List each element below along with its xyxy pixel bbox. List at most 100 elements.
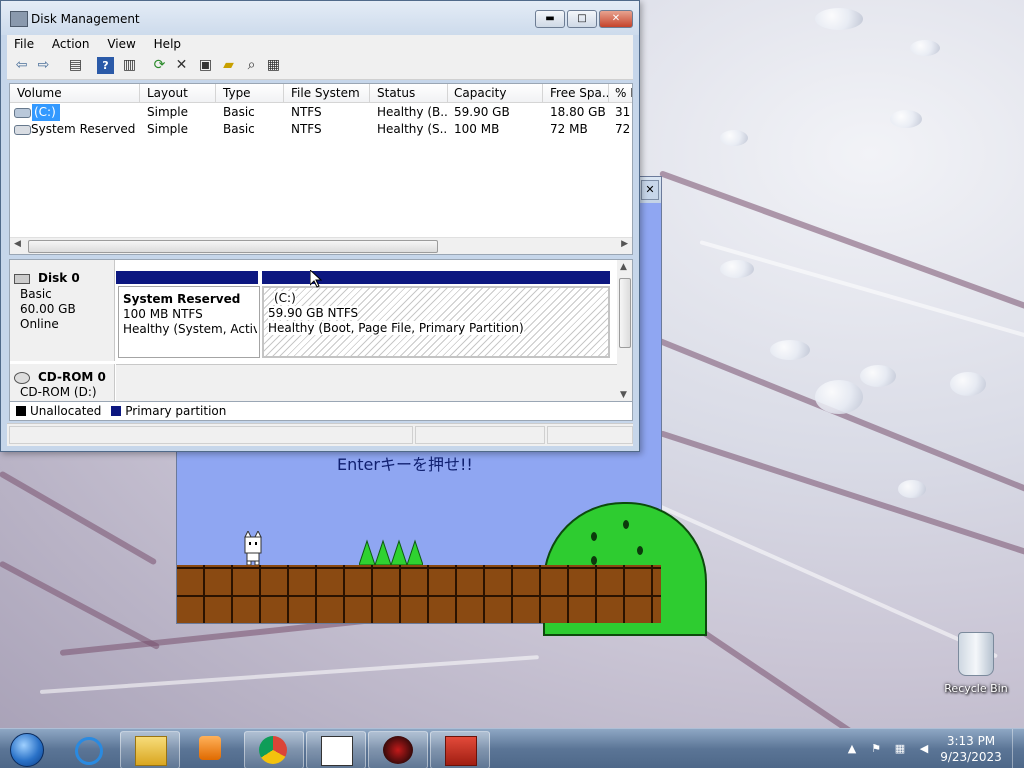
cd-rom-icon	[14, 372, 30, 384]
partition-status: Healthy (Boot, Page File, Primary Partit…	[268, 321, 524, 335]
windows-explorer-icon	[135, 736, 167, 766]
scrollbar-thumb[interactable]	[619, 278, 631, 348]
cdrom-empty-area	[116, 364, 617, 403]
cdrom-drive: CD-ROM (D:)	[20, 385, 97, 399]
status-pane	[9, 426, 413, 444]
capacity-cell: 100 MB	[454, 122, 500, 136]
show-hide-action-pane-icon[interactable]: ▥	[121, 57, 138, 74]
menu-help[interactable]: Help	[147, 35, 188, 53]
forward-arrow-icon[interactable]: ⇨	[35, 57, 52, 74]
delete-icon[interactable]: ✕	[173, 57, 190, 74]
taskbar: ▲ ⚑ ▦ ◀ 3:13 PM 9/23/2023	[0, 728, 1024, 768]
start-button[interactable]	[6, 731, 46, 767]
search-icon[interactable]: ⌕	[243, 57, 260, 74]
disk-name: Disk 0	[38, 271, 80, 285]
internet-explorer-icon	[75, 737, 103, 765]
free-space-cell: 18.80 GB	[550, 105, 606, 119]
recycle-bin-desktop-icon[interactable]: Recycle Bin	[938, 632, 1014, 695]
layout-cell: Simple	[147, 105, 188, 119]
window-title: Disk Management	[31, 12, 140, 26]
volume-list[interactable]: Volume Layout Type File System Status Ca…	[9, 83, 633, 255]
type-cell: Basic	[223, 122, 255, 136]
vertical-scrollbar[interactable]: ▲ ▼	[617, 260, 632, 402]
menu-view[interactable]: View	[100, 35, 142, 53]
show-hidden-icons-arrow[interactable]: ▲	[844, 741, 860, 757]
disk-management-window[interactable]: Disk Management ▬ □ ✕ File Action View H…	[0, 0, 640, 452]
percent-free-cell: 31	[615, 105, 631, 119]
taskbar-cat-game[interactable]	[306, 731, 366, 768]
capacity-cell: 59.90 GB	[454, 105, 510, 119]
scroll-right-arrow-icon[interactable]: ▶	[621, 239, 628, 249]
scrollbar-thumb[interactable]	[28, 240, 438, 253]
file-system-cell: NTFS	[291, 122, 322, 136]
scroll-down-arrow-icon[interactable]: ▼	[620, 390, 627, 400]
taskbar-windows-explorer[interactable]	[120, 731, 180, 768]
partition-system-reserved[interactable]: System Reserved 100 MB NTFS Healthy (Sys…	[118, 286, 260, 358]
chrome-icon	[259, 736, 287, 764]
network-icon[interactable]: ▦	[892, 741, 908, 757]
menu-action[interactable]: Action	[45, 35, 97, 53]
partition-header-bar	[116, 271, 258, 284]
column-header-free-space[interactable]: Free Spa...	[543, 84, 609, 102]
volume-muted-icon[interactable]: ◀	[916, 741, 932, 757]
partition-name: (C:)	[274, 291, 296, 305]
maximize-button[interactable]: □	[567, 10, 597, 28]
layout-cell: Simple	[147, 122, 188, 136]
help-icon[interactable]: ?	[97, 57, 114, 74]
taskbar-bomb-game[interactable]	[368, 731, 428, 768]
clock-time: 3:13 PM	[946, 734, 996, 748]
column-header-status[interactable]: Status	[370, 84, 448, 102]
menu-file[interactable]: File	[7, 35, 41, 53]
grass-spikes	[359, 539, 423, 565]
properties-icon[interactable]: ▣	[197, 57, 214, 74]
column-header-layout[interactable]: Layout	[140, 84, 216, 102]
game-close-button[interactable]: ✕	[641, 180, 659, 200]
column-header-percent-free[interactable]: % F	[608, 84, 632, 102]
syobon-cat-icon	[321, 736, 353, 766]
column-header-volume[interactable]: Volume	[10, 84, 140, 102]
media-player-icon	[199, 736, 221, 760]
show-desktop-button[interactable]	[1012, 729, 1024, 768]
game-start-prompt: Enterキーを押せ!!	[337, 455, 473, 474]
partition-c[interactable]: (C:) 59.90 GB NTFS Healthy (Boot, Page F…	[262, 286, 610, 358]
table-row[interactable]: System Reserved Simple Basic NTFS Health…	[10, 121, 632, 138]
horizontal-scrollbar[interactable]: ◀ ▶	[10, 237, 632, 254]
hard-disk-icon	[14, 274, 30, 284]
column-header-file-system[interactable]: File System	[284, 84, 370, 102]
minimize-button[interactable]: ▬	[535, 10, 565, 28]
scroll-left-arrow-icon[interactable]: ◀	[14, 239, 21, 249]
partition-size: 100 MB NTFS	[123, 307, 203, 321]
back-arrow-icon[interactable]: ⇦	[13, 57, 30, 74]
type-cell: Basic	[223, 105, 255, 119]
column-header-type[interactable]: Type	[216, 84, 284, 102]
volume-name: System Reserved	[31, 122, 136, 136]
legend: Unallocated Primary partition	[9, 401, 633, 421]
brick-ground	[177, 565, 661, 623]
free-space-cell: 72 MB	[550, 122, 588, 136]
close-button[interactable]: ✕	[599, 10, 633, 28]
drive-icon	[14, 108, 31, 118]
column-header-capacity[interactable]: Capacity	[447, 84, 543, 102]
settings-icon[interactable]: ▦	[265, 57, 282, 74]
cdrom-0-label[interactable]: CD-ROM 0 CD-ROM (D:)	[10, 364, 115, 402]
partition-size: 59.90 GB NTFS	[268, 306, 359, 320]
open-folder-icon[interactable]: ▰	[220, 57, 237, 74]
disk-0-label[interactable]: Disk 0 Basic 60.00 GB Online	[10, 260, 115, 361]
bomb-game-icon	[383, 736, 413, 764]
taskbar-internet-explorer[interactable]	[58, 731, 118, 768]
cat-player-sprite	[244, 531, 262, 565]
action-center-icon[interactable]: ⚑	[868, 741, 884, 757]
scroll-up-arrow-icon[interactable]: ▲	[620, 262, 627, 272]
table-row[interactable]: (C:) Simple Basic NTFS Healthy (B... 59.…	[10, 104, 632, 121]
title-bar[interactable]: Disk Management ▬ □ ✕	[1, 1, 639, 35]
taskbar-computer-management[interactable]	[430, 731, 490, 768]
system-clock[interactable]: 3:13 PM 9/23/2023	[936, 733, 1006, 765]
taskbar-media-player[interactable]	[182, 731, 242, 768]
taskbar-chrome[interactable]	[244, 731, 304, 768]
menu-bar: File Action View Help	[7, 35, 633, 53]
legend-label-unallocated: Unallocated	[30, 404, 102, 418]
show-hide-console-tree-icon[interactable]: ▤	[67, 57, 84, 74]
cdrom-name: CD-ROM 0	[38, 370, 106, 384]
refresh-icon[interactable]: ⟳	[151, 57, 168, 74]
status-bar	[7, 423, 633, 446]
